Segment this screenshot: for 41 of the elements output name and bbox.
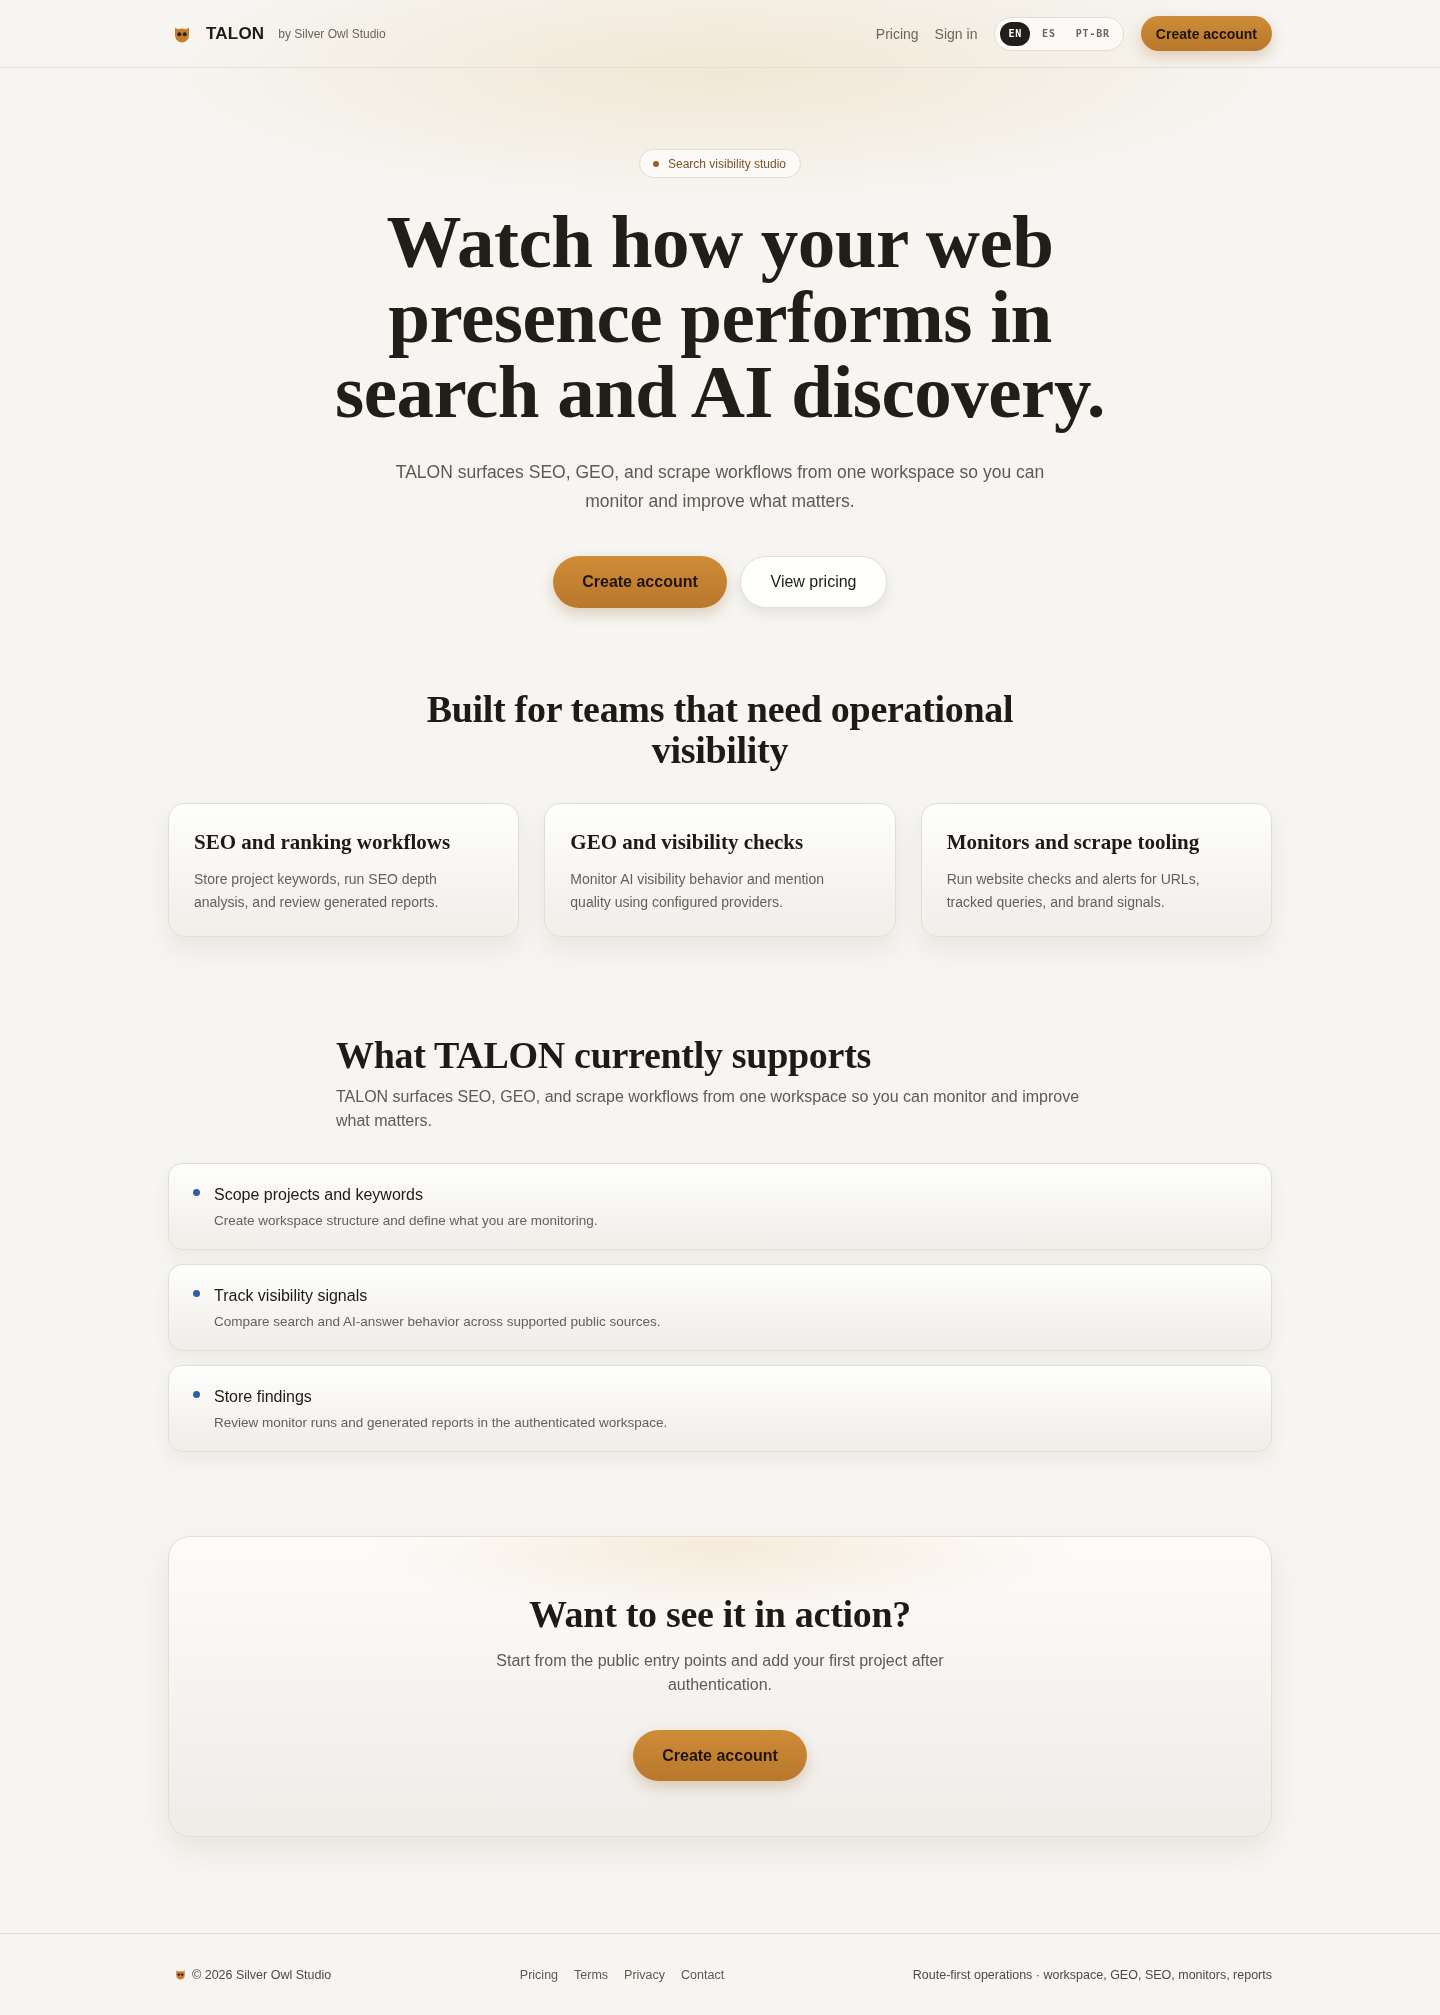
hero-subtitle: TALON surfaces SEO, GEO, and scrape workflows from one workspace so you can monitor and improve what matters. <box>394 461 1046 513</box>
card-description: Monitor AI visibility behavior and mention quality using configured providers. <box>570 870 825 912</box>
create-account-button[interactable]: Create account <box>1140 16 1272 51</box>
support-description: Review monitor runs and generated reports in the authenticated workspace. <box>214 1414 668 1432</box>
support-title: Store findings <box>214 1387 313 1407</box>
bullet-dot-icon <box>193 1290 200 1297</box>
footer-link[interactable]: Contact <box>681 1967 725 1982</box>
bullet-dot-icon <box>193 1391 200 1398</box>
footer-link[interactable]: Pricing <box>519 1967 559 1982</box>
cta-heading: Want to see it in action? <box>529 1592 911 1637</box>
cta-text: Start from the public entry points and add your first project after authentication. <box>495 1651 945 1695</box>
card-title: Monitors and scrape tooling <box>946 829 1201 855</box>
support-description: Compare search and AI-answer behavior across supported public sources. <box>214 1313 661 1331</box>
brand-name[interactable]: TALON <box>206 23 265 44</box>
section-heading: Built for teams that need operational visibility <box>425 689 1015 771</box>
language-option[interactable]: ES <box>1034 21 1064 46</box>
owl-head-icon <box>175 1969 186 1980</box>
bullet-dot-icon <box>193 1189 200 1196</box>
support-description: Create workspace structure and define what you are monitoring. <box>214 1212 598 1230</box>
card-description: Store project keywords, run SEO depth analysis, and review generated reports. <box>194 870 440 912</box>
create-account-button[interactable]: Create account <box>553 556 727 608</box>
support-title: Track visibility signals <box>214 1286 369 1306</box>
language-option[interactable]: EN <box>1000 21 1031 46</box>
nav-link[interactable]: Pricing <box>875 25 919 42</box>
support-title: Scope projects and keywords <box>214 1185 424 1205</box>
brand-byline: by Silver Owl Studio <box>278 26 386 41</box>
language-option[interactable]: PT-BR <box>1067 21 1118 46</box>
footer-tagline: Route-first operations · workspace, GEO, SEO, monitors, reports <box>912 1967 1272 1982</box>
badge-label: Search visibility studio <box>667 156 787 171</box>
nav-link[interactable]: Sign in <box>934 25 978 42</box>
view-pricing-button[interactable]: View pricing <box>740 556 887 608</box>
card-description: Run website checks and alerts for URLs, tracked queries, and brand signals. <box>946 870 1201 912</box>
footer-link[interactable]: Privacy <box>624 1967 666 1982</box>
dot-icon <box>652 160 659 167</box>
section-intro: TALON surfaces SEO, GEO, and scrape workflows from one workspace so you can monitor and improve what matters. <box>336 1087 1081 1131</box>
section-heading: What TALON currently supports <box>336 1033 872 1078</box>
create-account-button[interactable]: Create account <box>633 1730 807 1781</box>
card-title: GEO and visibility checks <box>570 829 805 855</box>
copyright-text: © 2026 Silver Owl Studio <box>192 1967 332 1982</box>
card-title: SEO and ranking workflows <box>194 829 452 855</box>
footer-link[interactable]: Terms <box>574 1967 609 1982</box>
